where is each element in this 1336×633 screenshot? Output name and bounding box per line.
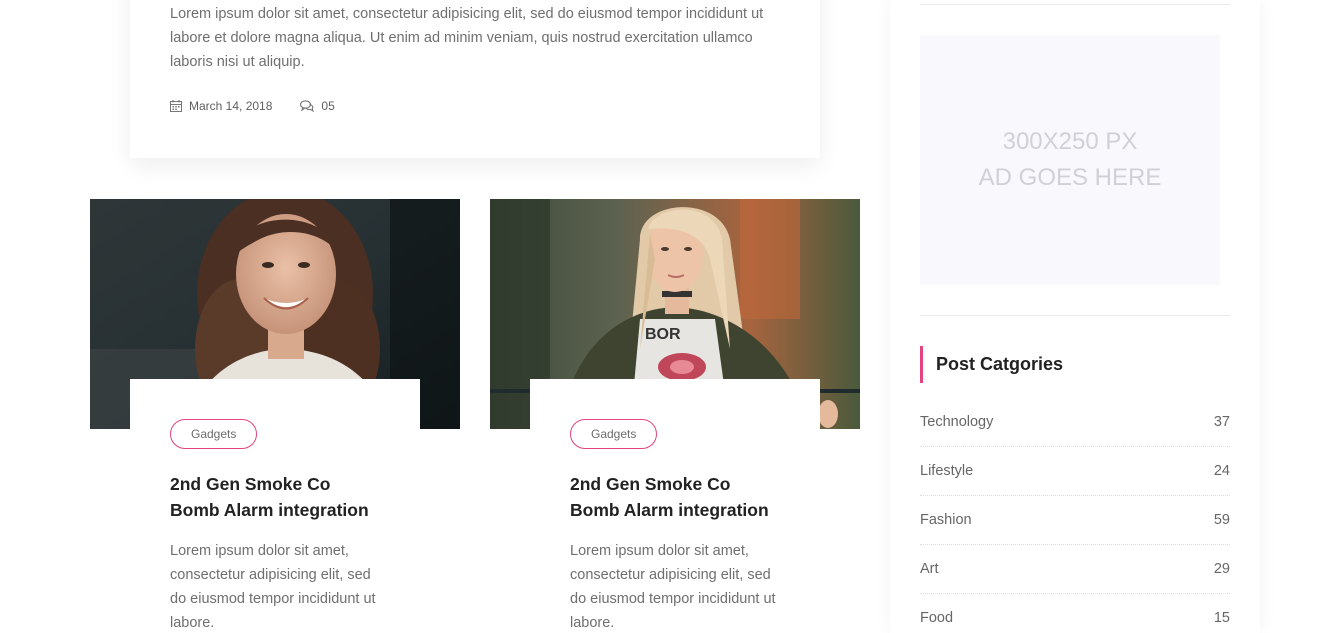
category-name: Lifestyle xyxy=(920,463,974,479)
post-date-label: March 14, 2018 xyxy=(189,99,273,113)
category-name: Art xyxy=(920,561,939,577)
sidebar: 300X250 PX AD GOES HERE Post Catgories T… xyxy=(890,0,1260,633)
category-name: Fashion xyxy=(920,512,972,528)
category-item-food[interactable]: Food 15 xyxy=(920,594,1230,633)
post-body: Gadgets 2nd Gen Smoke Co Bomb Alarm inte… xyxy=(530,379,820,633)
post-excerpt: Lorem ipsum dolor sit amet, consectetur … xyxy=(170,543,376,631)
categories-widget-title: Post Catgories xyxy=(920,346,1063,383)
post-title[interactable]: 2nd Gen Smoke Co Bomb Alarm integration xyxy=(570,471,780,523)
svg-text:BOR: BOR xyxy=(645,326,681,343)
category-item-technology[interactable]: Technology 37 xyxy=(920,398,1230,447)
featured-post-meta: March 14, 2018 05 xyxy=(170,99,363,113)
featured-post-excerpt: Lorem ipsum dolor sit amet, consectetur … xyxy=(170,6,764,70)
category-count: 59 xyxy=(1213,512,1230,528)
category-tag[interactable]: Gadgets xyxy=(570,419,658,449)
category-item-fashion[interactable]: Fashion 59 xyxy=(920,496,1230,545)
featured-post-card: Lorem ipsum dolor sit amet, consectetur … xyxy=(130,0,820,158)
post-comments[interactable]: 05 xyxy=(300,99,335,113)
post-date[interactable]: March 14, 2018 xyxy=(170,99,272,113)
category-name: Technology xyxy=(920,414,994,430)
category-count: 15 xyxy=(1213,610,1230,626)
category-item-art[interactable]: Art 29 xyxy=(920,545,1230,594)
category-count: 37 xyxy=(1213,414,1230,430)
post-card: BOR Gadgets 2nd Gen Smoke Co Bomb Alarm … xyxy=(490,199,860,633)
post-title[interactable]: 2nd Gen Smoke Co Bomb Alarm integration xyxy=(170,471,380,523)
post-card: Gadgets 2nd Gen Smoke Co Bomb Alarm inte… xyxy=(90,199,460,633)
category-tag[interactable]: Gadgets xyxy=(170,419,258,449)
comments-icon xyxy=(300,100,315,112)
category-list: Technology 37 Lifestyle 24 Fashion 59 Ar… xyxy=(920,398,1230,633)
ad-placeholder[interactable]: 300X250 PX AD GOES HERE xyxy=(920,35,1220,285)
sidebar-divider xyxy=(920,4,1230,5)
ad-text: 300X250 PX AD GOES HERE xyxy=(979,124,1162,196)
post-body: Gadgets 2nd Gen Smoke Co Bomb Alarm inte… xyxy=(130,379,420,633)
category-count: 24 xyxy=(1213,463,1230,479)
calendar-icon xyxy=(170,100,182,112)
category-count: 29 xyxy=(1213,561,1230,577)
post-comments-count: 05 xyxy=(321,99,335,113)
sidebar-divider xyxy=(920,315,1230,316)
ad-size-label: 300X250 PX xyxy=(1002,128,1138,155)
post-excerpt: Lorem ipsum dolor sit amet, consectetur … xyxy=(570,543,776,631)
category-name: Food xyxy=(920,610,954,626)
ad-caption: AD GOES HERE xyxy=(978,164,1162,191)
category-item-lifestyle[interactable]: Lifestyle 24 xyxy=(920,447,1230,496)
